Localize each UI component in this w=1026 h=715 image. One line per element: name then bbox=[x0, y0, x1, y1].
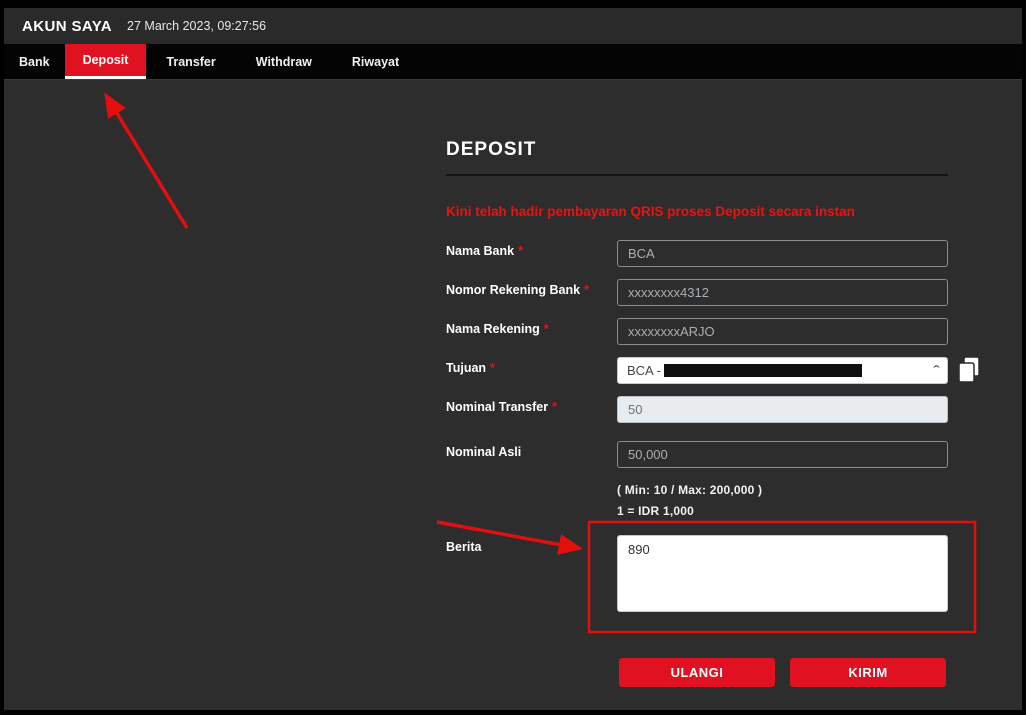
nominal-asli-label: Nominal Asli bbox=[446, 445, 521, 459]
copy-icon[interactable] bbox=[956, 355, 982, 385]
min-max-hint: ( Min: 10 / Max: 200,000 ) bbox=[617, 483, 762, 497]
rate-hint: 1 = IDR 1,000 bbox=[617, 504, 694, 518]
tujuan-label: Tujuan * bbox=[446, 361, 495, 375]
required-marker: * bbox=[490, 361, 495, 375]
nomor-rekening-label-text: Nomor Rekening Bank bbox=[446, 283, 580, 297]
berita-label-text: Berita bbox=[446, 540, 481, 554]
form-title: DEPOSIT bbox=[446, 139, 536, 161]
nomor-rekening-label: Nomor Rekening Bank * bbox=[446, 283, 589, 297]
nominal-asli-input[interactable] bbox=[617, 441, 948, 468]
tab-withdraw[interactable]: Withdraw bbox=[236, 44, 332, 79]
page-title: AKUN SAYA bbox=[22, 18, 112, 35]
nomor-rekening-input[interactable] bbox=[617, 279, 948, 306]
tab-transfer[interactable]: Transfer bbox=[146, 44, 235, 79]
title-divider bbox=[446, 174, 948, 176]
required-marker: * bbox=[584, 283, 589, 297]
nominal-transfer-label: Nominal Transfer * bbox=[446, 400, 557, 414]
nama-rekening-label-text: Nama Rekening bbox=[446, 322, 540, 336]
tujuan-label-text: Tujuan bbox=[446, 361, 486, 375]
redacted-account-bar bbox=[664, 364, 862, 377]
nama-rekening-input[interactable] bbox=[617, 318, 948, 345]
nav-bar: Bank Deposit Transfer Withdraw Riwayat bbox=[4, 44, 1022, 80]
tab-bank[interactable]: Bank bbox=[4, 44, 65, 79]
berita-label: Berita bbox=[446, 540, 481, 554]
required-marker: * bbox=[518, 244, 523, 258]
nama-bank-label-text: Nama Bank bbox=[446, 244, 514, 258]
header-bar: AKUN SAYA 27 March 2023, 09:27:56 bbox=[4, 8, 1022, 44]
required-marker: * bbox=[552, 400, 557, 414]
page: AKUN SAYA 27 March 2023, 09:27:56 Bank D… bbox=[0, 0, 1026, 715]
tab-deposit[interactable]: Deposit bbox=[65, 44, 147, 79]
tujuan-selected-value: BCA - bbox=[627, 363, 661, 378]
kirim-button[interactable]: KIRIM bbox=[790, 658, 946, 687]
berita-textarea[interactable]: 890 bbox=[617, 535, 948, 612]
tab-riwayat[interactable]: Riwayat bbox=[332, 44, 419, 79]
copy-icon-svg bbox=[956, 355, 982, 385]
nama-bank-input[interactable] bbox=[617, 240, 948, 267]
tujuan-select[interactable]: BCA - ˆ︎ bbox=[617, 357, 948, 384]
nama-rekening-label: Nama Rekening * bbox=[446, 322, 549, 336]
datetime-display: 27 March 2023, 09:27:56 bbox=[127, 19, 266, 33]
nominal-transfer-label-text: Nominal Transfer bbox=[446, 400, 548, 414]
qris-notice: Kini telah hadir pembayaran QRIS proses … bbox=[446, 204, 855, 219]
nama-bank-label: Nama Bank * bbox=[446, 244, 523, 258]
nominal-asli-label-text: Nominal Asli bbox=[446, 445, 521, 459]
ulangi-button[interactable]: ULANGI bbox=[619, 658, 775, 687]
required-marker: * bbox=[544, 322, 549, 336]
chevron-down-icon: ˆ︎ bbox=[933, 363, 939, 378]
nominal-transfer-input[interactable] bbox=[617, 396, 948, 423]
